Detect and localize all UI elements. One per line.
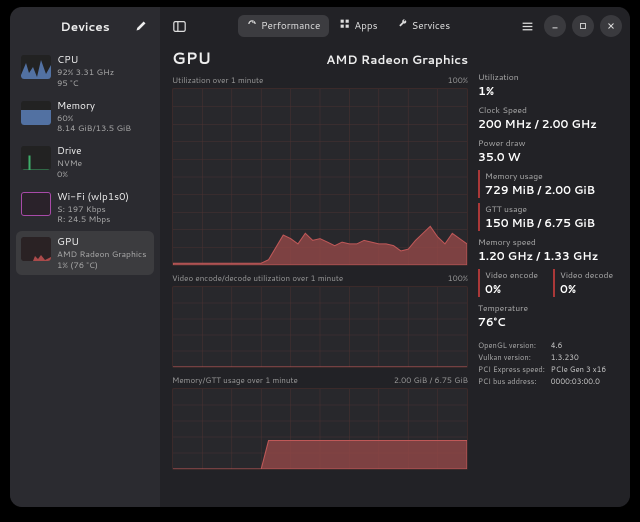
chart-max: 100%	[448, 74, 468, 86]
apps-icon	[340, 19, 350, 33]
page-title: GPU	[172, 47, 211, 70]
wrench-icon	[398, 19, 408, 33]
tab-performance[interactable]: Performance	[238, 15, 329, 37]
sidebar: Devices CPU 92% 3.31 GHz 95 °C	[10, 7, 160, 507]
maximize-icon[interactable]	[572, 15, 594, 37]
view-tabs: Performance Apps Services	[236, 13, 461, 39]
tab-services[interactable]: Services	[389, 15, 460, 37]
chart-canvas	[172, 388, 468, 470]
sidebar-title: Devices	[38, 18, 132, 35]
chart-label: Utilization over 1 minute	[172, 74, 263, 86]
chart-canvas	[172, 88, 468, 266]
dev-sub: 0%	[57, 170, 82, 180]
dev-name: GPU	[57, 235, 146, 249]
charts-column: GPU AMD Radeon Graphics Utilization over…	[172, 45, 468, 497]
minimize-icon[interactable]	[544, 15, 566, 37]
stat-clock: Clock Speed 200 MHz / 2.00 GHz	[478, 104, 620, 132]
stat-utilization: Utilization 1%	[478, 71, 620, 99]
chart-max: 100%	[448, 272, 468, 284]
dev-sub: 1% (76 °C)	[57, 261, 146, 271]
edit-icon[interactable]	[132, 17, 150, 35]
stat-memspeed: Memory speed 1.20 GHz / 1.33 GHz	[478, 236, 620, 264]
stat-power: Power draw 35.0 W	[478, 137, 620, 165]
tab-label: Performance	[261, 19, 320, 33]
sidebar-item-cpu[interactable]: CPU 92% 3.31 GHz 95 °C	[16, 49, 154, 93]
dev-sub: 8.14 GiB/13.5 GiB	[57, 124, 131, 134]
chart-label: Memory/GTT usage over 1 minute	[172, 374, 298, 386]
memory-thumb	[21, 101, 51, 125]
drive-thumb	[21, 146, 51, 170]
topbar: Performance Apps Services	[160, 7, 630, 45]
stat-memusage: Memory usage 729 MiB / 2.00 GiB	[478, 170, 620, 198]
stat-temp: Temperature 76°C	[478, 302, 620, 330]
cpu-thumb	[21, 55, 51, 79]
chart-utilization: Utilization over 1 minute 100%	[172, 74, 468, 266]
app-window: Devices CPU 92% 3.31 GHz 95 °C	[10, 7, 630, 507]
chart-video: Video encode/decode utilization over 1 m…	[172, 272, 468, 368]
wifi-thumb	[21, 192, 51, 216]
dev-name: CPU	[57, 53, 114, 67]
main-panel: Performance Apps Services	[160, 7, 630, 507]
gpu-properties: OpenGL version:4.6 Vulkan version:1.3.23…	[478, 341, 620, 387]
dev-name: Memory	[57, 99, 131, 113]
chart-canvas	[172, 286, 468, 368]
stat-video-row: Video encode 0% Video decode 0%	[478, 269, 620, 297]
close-icon[interactable]	[600, 15, 622, 37]
sidebar-item-memory[interactable]: Memory 60% 8.14 GiB/13.5 GiB	[16, 95, 154, 139]
sidebar-item-wifi[interactable]: Wi-Fi (wlp1s0) S: 197 Kbps R: 24.5 Mbps	[16, 186, 154, 230]
sidebar-item-gpu[interactable]: GPU AMD Radeon Graphics 1% (76 °C)	[16, 231, 154, 275]
menu-icon[interactable]	[516, 15, 538, 37]
chart-memory: Memory/GTT usage over 1 minute 2.00 GiB …	[172, 374, 468, 470]
device-list: CPU 92% 3.31 GHz 95 °C Memory 60% 8.14 G…	[10, 45, 160, 281]
toggle-sidebar-icon[interactable]	[168, 15, 190, 37]
page-subtitle: AMD Radeon Graphics	[326, 51, 468, 68]
gpu-thumb	[21, 237, 51, 261]
content: GPU AMD Radeon Graphics Utilization over…	[160, 45, 630, 507]
stat-venc: Video encode 0%	[478, 269, 545, 297]
tab-apps[interactable]: Apps	[331, 15, 386, 37]
sidebar-item-drive[interactable]: Drive NVMe 0%	[16, 140, 154, 184]
chart-label: Video encode/decode utilization over 1 m…	[172, 272, 343, 284]
dev-sub: R: 24.5 Mbps	[57, 215, 129, 225]
chart-max: 2.00 GiB / 6.75 GiB	[394, 374, 468, 386]
speedometer-icon	[247, 19, 257, 33]
stats-column: Utilization 1% Clock Speed 200 MHz / 2.0…	[478, 45, 620, 497]
page-head: GPU AMD Radeon Graphics	[172, 45, 468, 70]
sidebar-header: Devices	[10, 7, 160, 45]
dev-sub: 95 °C	[57, 79, 114, 89]
stat-gtt: GTT usage 150 MiB / 6.75 GiB	[478, 203, 620, 231]
dev-name: Wi-Fi (wlp1s0)	[57, 190, 129, 204]
stat-vdec: Video decode 0%	[553, 269, 620, 297]
dev-name: Drive	[57, 144, 82, 158]
tab-label: Services	[412, 19, 451, 33]
tab-label: Apps	[354, 19, 377, 33]
